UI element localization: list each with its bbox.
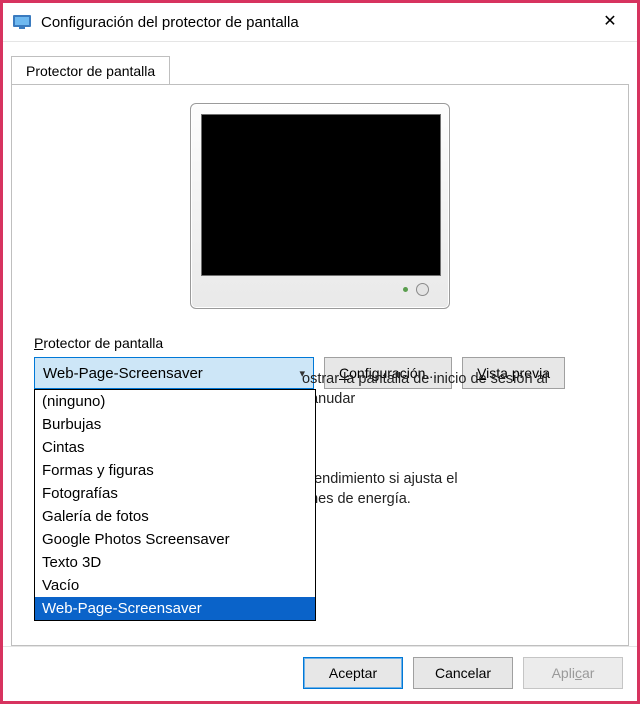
titlebar[interactable]: Configuración del protector de pantalla … <box>3 3 637 42</box>
monitor-power-icon <box>416 283 429 296</box>
power-hint-text-line1: l rendimiento si ajusta el <box>302 471 458 487</box>
dropdown-option[interactable]: (ninguno) <box>35 390 315 413</box>
monitor-base <box>201 276 439 302</box>
monitor-screen <box>201 114 441 276</box>
dropdown-option[interactable]: Google Photos Screensaver <box>35 528 315 551</box>
dropdown-option[interactable]: Fotografías <box>35 482 315 505</box>
combobox-value: Web-Page-Screensaver <box>43 365 203 382</box>
tab-page: Protector de pantalla Web-Page-Screensav… <box>11 84 629 646</box>
tab-strip: Protector de pantalla <box>3 42 637 84</box>
monitor-icon <box>190 103 450 309</box>
resume-lock-text-line1: ostrar la pantalla de inicio de sesión a… <box>302 371 548 387</box>
apply-button: Aplicar <box>523 657 623 689</box>
screensaver-combo-wrap: Web-Page-Screensaver ▾ (ninguno)Burbujas… <box>34 357 314 389</box>
dropdown-option[interactable]: Galería de fotos <box>35 505 315 528</box>
monitor-led-icon <box>403 287 408 292</box>
preview-area <box>34 103 606 309</box>
window: Configuración del protector de pantalla … <box>0 0 640 704</box>
dropdown-option[interactable]: Cintas <box>35 436 315 459</box>
screensaver-group-label: Protector de pantalla <box>34 335 606 351</box>
window-title: Configuración del protector de pantalla <box>41 14 587 31</box>
screensaver-settings-icon <box>13 15 31 29</box>
dropdown-option[interactable]: Burbujas <box>35 413 315 436</box>
dropdown-option[interactable]: Vacío <box>35 574 315 597</box>
screensaver-dropdown[interactable]: (ninguno)BurbujasCintasFormas y figurasF… <box>34 389 316 621</box>
dropdown-option[interactable]: Web-Page-Screensaver <box>35 597 315 620</box>
dropdown-option[interactable]: Formas y figuras <box>35 459 315 482</box>
cancel-button[interactable]: Cancelar <box>413 657 513 689</box>
tab-screensaver[interactable]: Protector de pantalla <box>11 56 170 85</box>
close-button[interactable]: ✕ <box>587 7 633 37</box>
screensaver-combobox[interactable]: Web-Page-Screensaver ▾ <box>34 357 314 389</box>
dropdown-option[interactable]: Texto 3D <box>35 551 315 574</box>
ok-button[interactable]: Aceptar <box>303 657 403 689</box>
dialog-button-row: Aceptar Cancelar Aplicar <box>3 646 637 701</box>
power-hint-text-line2: ones de energía. <box>302 491 411 507</box>
